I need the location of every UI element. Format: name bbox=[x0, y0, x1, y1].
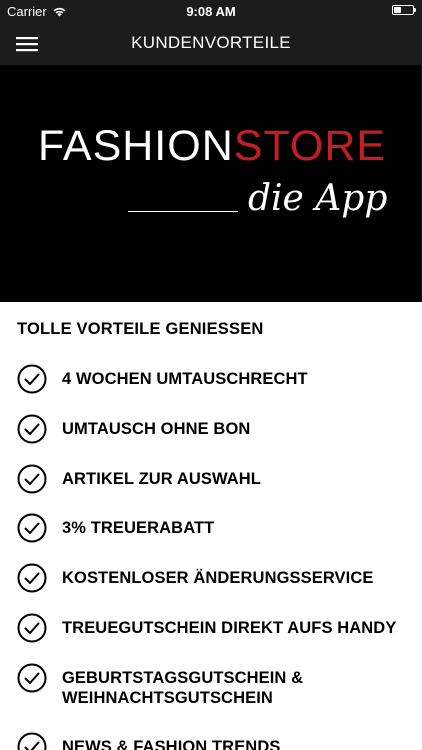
benefit-label: UMTAUSCH OHNE BON bbox=[62, 420, 251, 438]
benefit-label: KOSTENLOSER ÄNDERUNGSSERVICE bbox=[62, 569, 374, 587]
benefit-label: TREUEGUTSCHEIN DIREKT AUFS HANDY bbox=[62, 619, 397, 637]
benefit-item: TREUEGUTSCHEIN DIREKT AUFS HANDY bbox=[17, 613, 412, 643]
benefit-item: 3% TREUERABATT bbox=[17, 513, 412, 543]
nav-bar: KUNDENVORTEILE bbox=[0, 22, 422, 65]
section-heading: TOLLE VORTEILE GENIESSEN bbox=[17, 320, 264, 338]
benefit-item: GEBURTSTAGSGUTSCHEIN & WEIHNACHTSGUTSCHE… bbox=[17, 663, 412, 708]
page-title: KUNDENVORTEILE bbox=[131, 33, 291, 52]
check-circle-icon bbox=[17, 732, 47, 750]
logo-part-store: STORE bbox=[233, 122, 387, 170]
check-circle-icon bbox=[17, 513, 47, 543]
screen: Carrier 9:08 AM KUNDENVORTEILE FASHIONST… bbox=[0, 0, 422, 750]
check-circle-icon bbox=[17, 364, 47, 394]
check-circle-icon bbox=[17, 663, 47, 693]
benefit-label: 4 WOCHEN UMTAUSCHRECHT bbox=[62, 370, 308, 388]
status-bar: Carrier 9:08 AM bbox=[0, 0, 422, 22]
benefit-label: 3% TREUERABATT bbox=[62, 519, 215, 537]
benefit-item: KOSTENLOSER ÄNDERUNGSSERVICE bbox=[17, 563, 412, 593]
benefit-item: 4 WOCHEN UMTAUSCHRECHT bbox=[17, 364, 412, 394]
check-circle-icon bbox=[17, 613, 47, 643]
benefit-item: ARTIKEL ZUR AUSWAHL bbox=[17, 464, 412, 494]
tagline: die App bbox=[248, 178, 388, 219]
benefit-item: NEWS & FASHION TRENDS bbox=[17, 732, 412, 750]
battery-icon bbox=[392, 5, 416, 15]
banner-image: FASHIONSTORE die App bbox=[0, 65, 422, 302]
benefit-label: NEWS & FASHION TRENDS bbox=[62, 738, 281, 750]
check-circle-icon bbox=[17, 563, 47, 593]
fashionstore-logo: FASHIONSTORE bbox=[38, 125, 386, 168]
benefit-label: ARTIKEL ZUR AUSWAHL bbox=[62, 470, 261, 488]
tagline-divider bbox=[128, 211, 238, 212]
battery-level bbox=[394, 7, 401, 13]
benefit-item: UMTAUSCH OHNE BON bbox=[17, 414, 412, 444]
status-time: 9:08 AM bbox=[186, 4, 236, 19]
check-circle-icon bbox=[17, 464, 47, 494]
logo-part-fashion: FASHION bbox=[38, 122, 234, 170]
check-circle-icon bbox=[17, 414, 47, 444]
benefit-label: GEBURTSTAGSGUTSCHEIN & WEIHNACHTSGUTSCHE… bbox=[62, 669, 304, 707]
